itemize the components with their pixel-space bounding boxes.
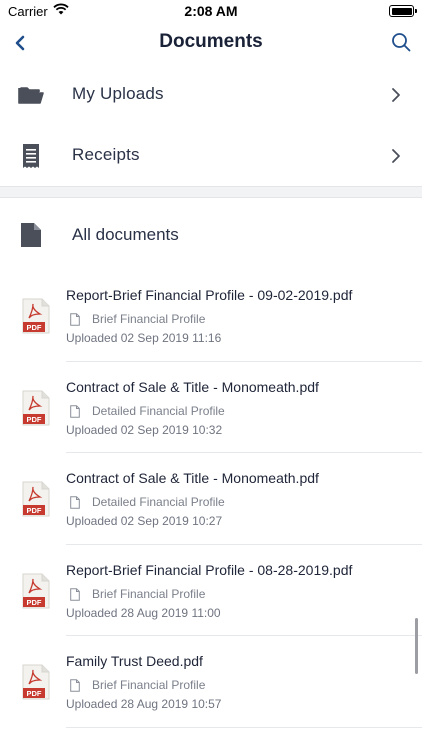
file-outline-icon bbox=[70, 679, 80, 692]
document-item[interactable]: PDF Contract of Sale & Title - Monomeath… bbox=[0, 453, 422, 545]
pdf-icon: PDF bbox=[22, 481, 50, 517]
page-title: Documents bbox=[159, 31, 263, 52]
pdf-icon: PDF bbox=[22, 298, 50, 334]
pdf-icon: PDF bbox=[22, 573, 50, 609]
pdf-badge: PDF bbox=[27, 506, 42, 515]
document-uploaded: Uploaded 02 Sep 2019 11:16 bbox=[66, 331, 222, 345]
pdf-badge: PDF bbox=[27, 323, 42, 332]
document-name: Contract of Sale & Title - Monomeath.pdf bbox=[66, 378, 319, 395]
all-documents-header: All documents bbox=[0, 204, 422, 264]
document-name: Contract of Sale & Title - Monomeath.pdf bbox=[66, 470, 319, 486]
document-uploaded: Uploaded 02 Sep 2019 10:27 bbox=[66, 514, 223, 528]
document-name: Report-Brief Financial Profile - 09-02-2… bbox=[66, 287, 353, 303]
file-outline-icon bbox=[70, 313, 80, 326]
document-uploaded: Uploaded 02 Sep 2019 10:32 bbox=[66, 422, 223, 437]
battery-icon bbox=[389, 5, 417, 17]
receipts-label: Receipts bbox=[72, 145, 140, 164]
document-uploaded: Uploaded 28 Aug 2019 10:57 bbox=[66, 697, 222, 711]
pdf-icon: PDF bbox=[22, 664, 50, 700]
navigation-bar: Documents bbox=[0, 22, 422, 66]
pdf-badge: PDF bbox=[27, 415, 42, 424]
receipt-icon bbox=[18, 143, 44, 169]
document-list: PDF Report-Brief Financial Profile - 09-… bbox=[0, 270, 422, 728]
pdf-badge: PDF bbox=[27, 689, 42, 698]
chevron-right-icon bbox=[390, 147, 402, 165]
document-category: Brief Financial Profile bbox=[92, 312, 206, 326]
my-uploads-label: My Uploads bbox=[72, 84, 164, 103]
document-category: Brief Financial Profile bbox=[92, 586, 206, 601]
receipts-row[interactable]: Receipts bbox=[0, 125, 422, 187]
my-uploads-row[interactable]: My Uploads bbox=[0, 64, 422, 126]
document-name: Family Trust Deed.pdf bbox=[66, 653, 203, 669]
file-outline-icon bbox=[70, 496, 80, 509]
folder-icon bbox=[18, 82, 44, 108]
chevron-right-icon bbox=[390, 86, 402, 104]
document-icon bbox=[20, 222, 42, 248]
file-outline-icon bbox=[70, 404, 80, 418]
status-bar: Carrier 2:08 AM bbox=[0, 0, 422, 22]
document-uploaded: Uploaded 28 Aug 2019 11:00 bbox=[66, 605, 221, 620]
pdf-icon: PDF bbox=[22, 390, 50, 426]
document-category: Detailed Financial Profile bbox=[92, 495, 225, 509]
document-item[interactable]: PDF Report-Brief Financial Profile - 09-… bbox=[0, 270, 422, 362]
document-category: Detailed Financial Profile bbox=[92, 403, 225, 418]
document-item[interactable]: PDF Contract of Sale & Title - Monomeath… bbox=[0, 362, 422, 454]
document-category: Brief Financial Profile bbox=[92, 678, 206, 692]
pdf-badge: PDF bbox=[27, 598, 42, 607]
search-icon bbox=[392, 33, 411, 52]
document-item[interactable]: PDF Report-Brief Financial Profile - 08-… bbox=[0, 545, 422, 637]
all-documents-label: All documents bbox=[72, 225, 179, 244]
search-button[interactable] bbox=[390, 31, 412, 53]
file-outline-icon bbox=[70, 587, 80, 601]
document-name: Report-Brief Financial Profile - 08-28-2… bbox=[66, 561, 353, 578]
scrollbar[interactable] bbox=[415, 618, 418, 674]
document-item[interactable]: PDF Family Trust Deed.pdf Brief Financia… bbox=[0, 636, 422, 728]
status-time: 2:08 AM bbox=[184, 3, 238, 19]
section-divider bbox=[0, 186, 422, 198]
